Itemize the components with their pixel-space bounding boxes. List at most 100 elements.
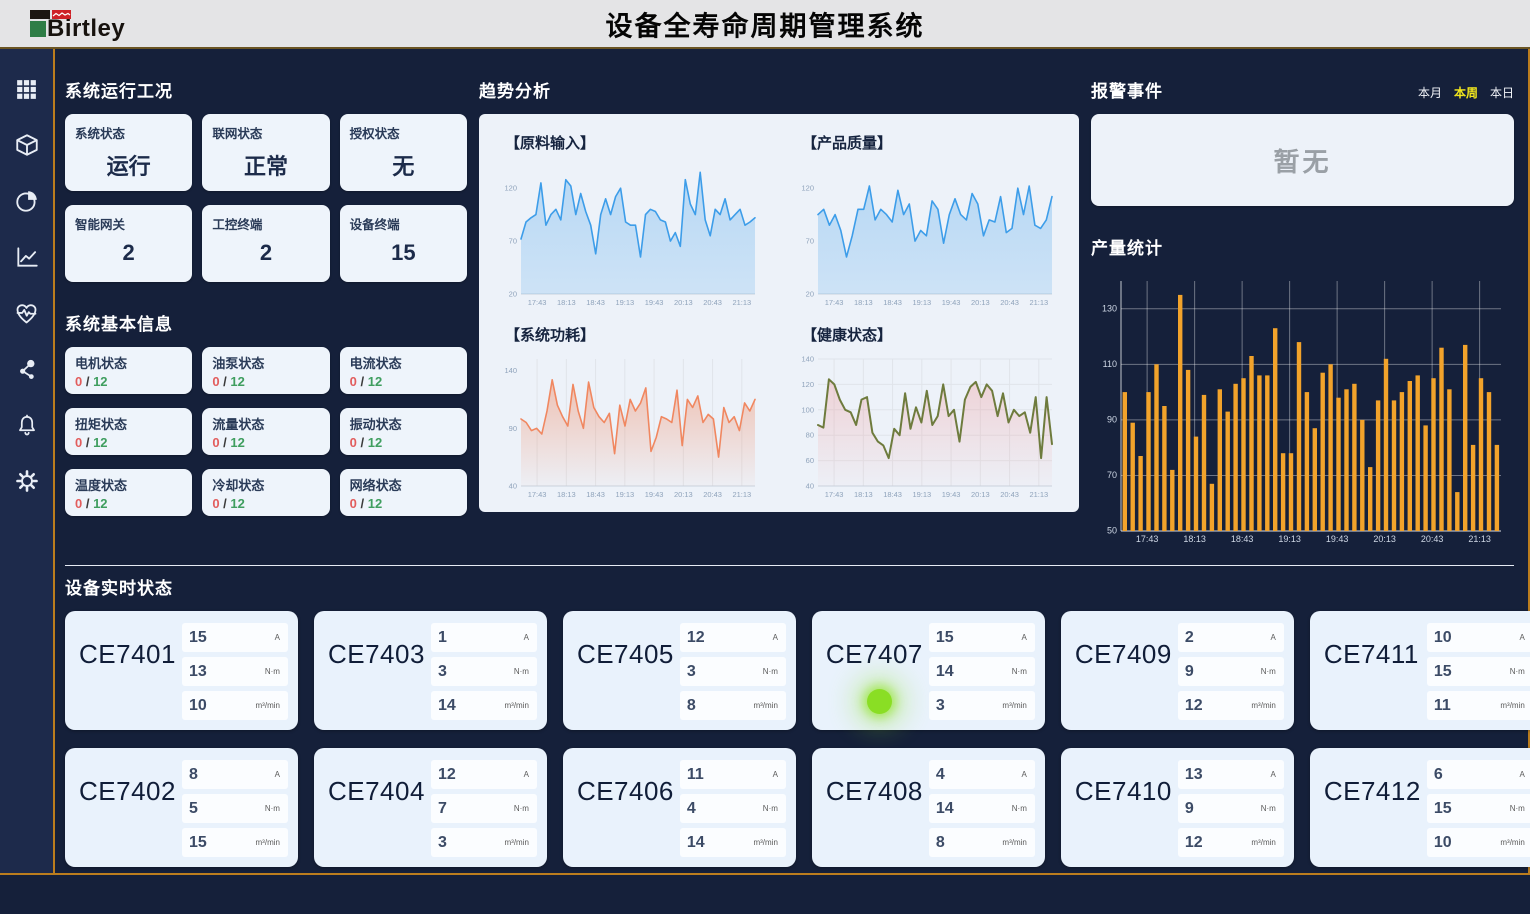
alarm-header: 报警事件 本月 本周 本日 [1091,49,1514,114]
svg-text:18:43: 18:43 [1231,534,1254,544]
svg-text:70: 70 [806,237,814,246]
metric-value: 9 [1185,663,1194,681]
svg-text:110: 110 [1103,359,1117,369]
raw-input-chart: 207012017:4318:1318:4319:1319:4320:1320:… [493,157,768,312]
sidebar-item-statistics[interactable] [0,173,53,229]
sidebar-item-trends[interactable] [0,229,53,285]
metric-total-count: 12 [230,374,244,389]
pie-chart-icon [14,188,40,214]
metric-unit: A [1519,770,1524,779]
equipment-card[interactable]: CE7410 13A 9N·m 12m³/min [1061,748,1294,867]
sidebar-item-alerts[interactable] [0,397,53,453]
sidebar-item-apps[interactable] [0,61,53,117]
svg-text:19:43: 19:43 [942,298,961,307]
metric-alarm-count: 0 [350,435,357,450]
svg-text:19:13: 19:13 [912,490,931,499]
metric-unit: N·m [1261,804,1276,813]
equipment-name: CE7409 [1075,639,1172,730]
status-card-value: 运行 [75,149,182,181]
svg-text:120: 120 [801,184,814,193]
svg-text:17:43: 17:43 [825,298,844,307]
metric-unit: m³/min [753,701,777,710]
metric-status-label: 扭矩状态 [75,414,182,433]
metric-count-separator: / [357,496,368,511]
equipment-metric-torque: 9N·m [1178,794,1284,823]
svg-text:70: 70 [509,237,517,246]
equipment-card[interactable]: CE7404 12A 7N·m 3m³/min [314,748,547,867]
metric-unit: N·m [1510,667,1525,676]
equipment-metric-flow: 12m³/min [1178,691,1284,720]
equipment-metrics: 2A 9N·m 12m³/min [1178,623,1284,730]
equipment-card[interactable]: CE7411 10A 15N·m 11m³/min [1310,611,1530,730]
equipment-card[interactable]: CE7407 15A 14N·m 3m³/min [812,611,1045,730]
metric-value: 14 [687,834,705,852]
system-run-grid: 系统状态 运行 联网状态 正常 授权状态 无 智能网关 2 工控终端 2 设备终… [65,114,467,282]
tab-current-week[interactable]: 本周 [1454,84,1478,101]
metric-value: 15 [1434,800,1452,818]
metric-total-count: 12 [93,496,107,511]
equipment-section: 设备实时状态 CE7401 15A 13N·m 10m³/min CE7403 … [65,565,1514,867]
metric-unit: m³/min [504,701,528,710]
system-status-card: 授权状态 无 [340,114,467,191]
equipment-card[interactable]: CE7402 8A 5N·m 15m³/min [65,748,298,867]
svg-text:90: 90 [1107,414,1117,424]
equipment-card[interactable]: CE7412 6A 15N·m 10m³/min [1310,748,1530,867]
gear-icon [14,468,40,494]
tab-current-day[interactable]: 本日 [1490,84,1514,101]
equipment-metrics: 6A 15N·m 10m³/min [1427,760,1530,867]
equipment-metric-current: 10A [1427,623,1530,652]
trend-column: 趋势分析 【原料输入】 207012017:4318:1318:4319:131… [479,49,1079,551]
svg-text:17:43: 17:43 [528,490,547,499]
equipment-metrics: 8A 5N·m 15m³/min [182,760,288,867]
product-quality-chart: 207012017:4318:1318:4319:1319:4320:1320:… [790,157,1065,312]
equipment-card[interactable]: CE7401 15A 13N·m 10m³/min [65,611,298,730]
status-card-value: 无 [350,149,457,181]
equipment-card[interactable]: CE7409 2A 9N·m 12m³/min [1061,611,1294,730]
equipment-card[interactable]: CE7405 12A 3N·m 8m³/min [563,611,796,730]
metric-status-card: 冷却状态 0 / 12 [202,469,329,516]
svg-text:20:13: 20:13 [1373,534,1396,544]
equipment-metric-current: 15A [929,623,1035,652]
metric-value: 15 [189,834,207,852]
metric-value: 10 [189,697,207,715]
svg-text:100: 100 [801,405,814,414]
footer-bar [0,875,1530,914]
svg-text:19:43: 19:43 [942,490,961,499]
metric-status-counts: 0 / 12 [212,435,319,450]
sidebar-item-network[interactable] [0,341,53,397]
equipment-metric-current: 12A [680,623,786,652]
equipment-card[interactable]: CE7408 4A 14N·m 8m³/min [812,748,1045,867]
alarm-production-column: 报警事件 本月 本周 本日 暂无 产量统计 50709011013017:431… [1091,49,1514,551]
svg-text:120: 120 [801,380,814,389]
product-quality-chart-title: 【产品质量】 [802,132,1065,153]
metric-value: 12 [438,766,456,784]
equipment-name: CE7404 [328,776,425,867]
svg-text:19:43: 19:43 [645,490,664,499]
svg-text:19:13: 19:13 [1278,534,1301,544]
sidebar-item-settings[interactable] [0,453,53,509]
equipment-card[interactable]: CE7403 1A 3N·m 14m³/min [314,611,547,730]
metric-count-separator: / [82,435,93,450]
sidebar-item-assets[interactable] [0,117,53,173]
equipment-name: CE7411 [1324,639,1421,730]
equipment-card[interactable]: CE7406 11A 4N·m 14m³/min [563,748,796,867]
metric-value: 5 [189,800,198,818]
equipment-name: CE7407 [826,639,923,730]
metric-status-card: 温度状态 0 / 12 [65,469,192,516]
equipment-metric-torque: 3N·m [431,657,537,686]
equipment-metric-flow: 10m³/min [182,691,288,720]
tab-current-month[interactable]: 本月 [1418,84,1442,101]
metric-value: 8 [687,697,696,715]
metric-unit: m³/min [753,838,777,847]
metric-value: 2 [1185,629,1194,647]
equipment-metrics: 4A 14N·m 8m³/min [929,760,1035,867]
metric-status-counts: 0 / 12 [212,496,319,511]
svg-text:17:43: 17:43 [825,490,844,499]
equipment-metric-flow: 14m³/min [431,691,537,720]
svg-text:40: 40 [509,482,517,491]
metric-unit: N·m [763,667,778,676]
sidebar-item-health[interactable] [0,285,53,341]
metric-value: 13 [1185,766,1203,784]
metric-status-counts: 0 / 12 [75,374,182,389]
status-card-value: 正常 [212,149,319,181]
